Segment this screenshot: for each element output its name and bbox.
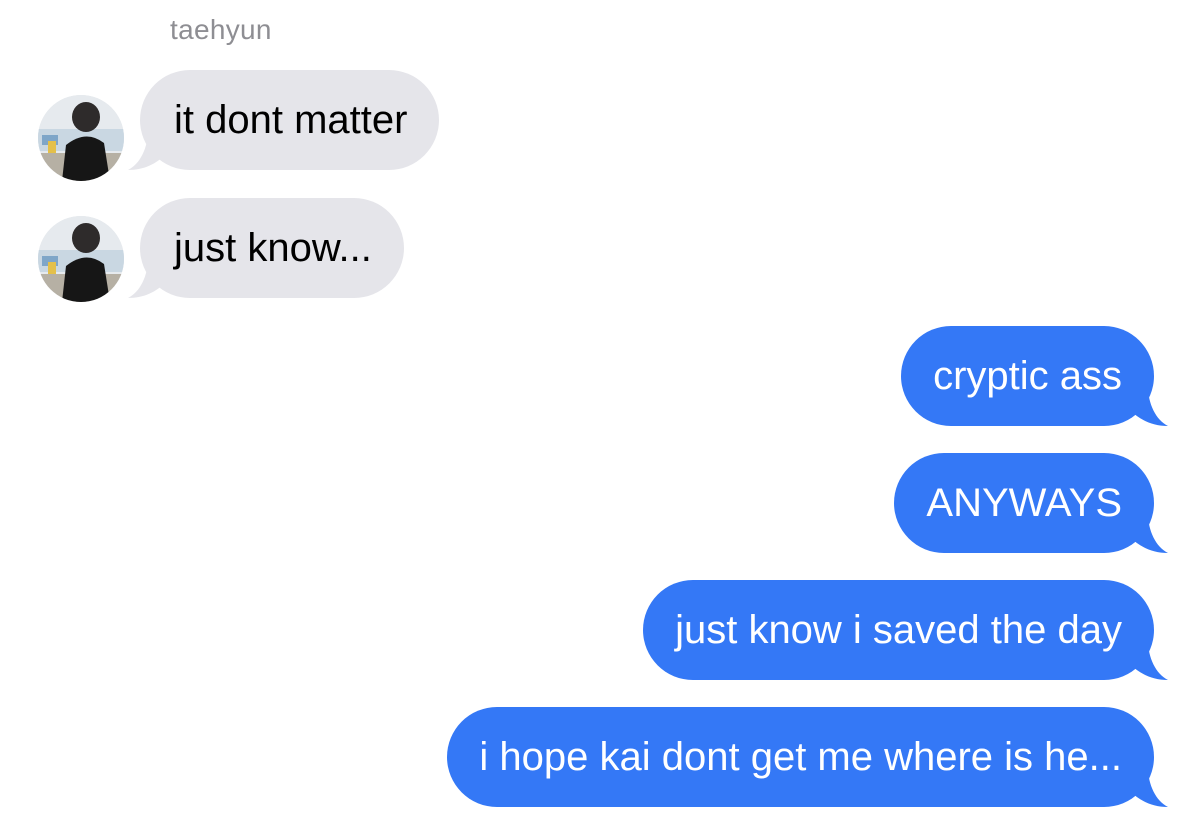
bubble-tail (1130, 386, 1168, 426)
message-text: i hope kai dont get me where is he... (479, 735, 1122, 779)
message-text: just know i saved the day (675, 608, 1122, 652)
message-bubble-outgoing[interactable]: i hope kai dont get me where is he... (447, 707, 1154, 807)
bubble-tail (1130, 513, 1168, 553)
message-text: ANYWAYS (926, 481, 1122, 525)
avatar[interactable] (38, 216, 124, 302)
bubble-tail (1130, 640, 1168, 680)
avatar[interactable] (38, 95, 124, 181)
message-bubble-incoming[interactable]: just know... (140, 198, 404, 298)
message-bubble-outgoing[interactable]: ANYWAYS (894, 453, 1154, 553)
message-bubble-outgoing[interactable]: cryptic ass (901, 326, 1154, 426)
sender-name: taehyun (170, 14, 272, 45)
message-text: it dont matter (174, 98, 408, 142)
message-text: cryptic ass (933, 354, 1122, 398)
message-bubble-outgoing[interactable]: just know i saved the day (643, 580, 1154, 680)
bubble-tail (128, 258, 166, 298)
bubble-tail (1130, 767, 1168, 807)
bubble-tail (128, 130, 166, 170)
message-text: just know... (174, 226, 372, 270)
message-bubble-incoming[interactable]: it dont matter (140, 70, 440, 170)
